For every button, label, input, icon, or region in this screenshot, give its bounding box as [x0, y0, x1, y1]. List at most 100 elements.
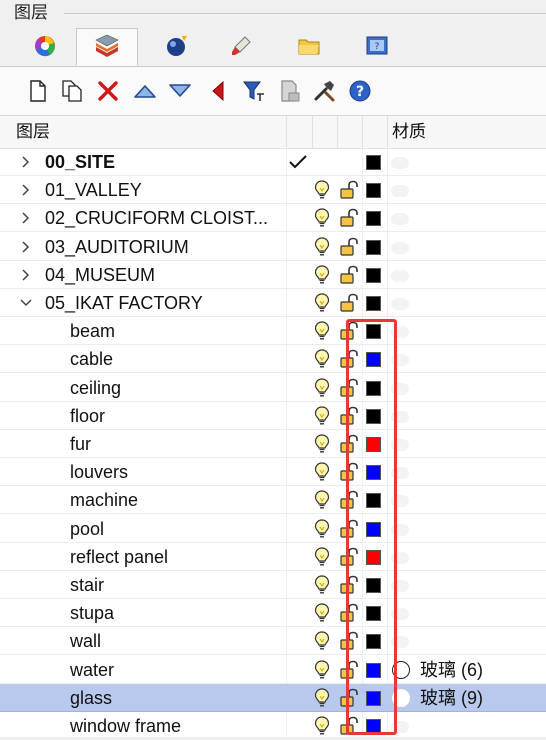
visibility-bulb-icon[interactable] [314, 377, 330, 398]
layer-row[interactable]: floor [0, 402, 546, 430]
layer-name[interactable]: 02_CRUCIFORM CLOIST... [45, 204, 268, 232]
layer-row[interactable]: reflect panel [0, 543, 546, 571]
layer-color-swatch[interactable] [366, 465, 381, 481]
layer-row[interactable]: machine [0, 486, 546, 515]
layer-name[interactable]: fur [70, 430, 91, 458]
unlocked-padlock-icon[interactable] [339, 265, 359, 285]
layer-color-swatch[interactable] [366, 634, 381, 650]
visibility-bulb-icon[interactable] [314, 434, 330, 454]
empty-material-placeholder[interactable] [391, 157, 409, 169]
layer-row[interactable]: cable [0, 345, 546, 374]
empty-material-placeholder[interactable] [391, 551, 409, 564]
layer-name[interactable]: louvers [70, 458, 128, 486]
visibility-bulb-icon[interactable] [314, 293, 330, 313]
tools-button[interactable] [310, 77, 338, 105]
empty-material-placeholder[interactable] [391, 298, 409, 310]
empty-material-placeholder[interactable] [391, 721, 409, 733]
material-name[interactable]: 玻璃 (9) [420, 684, 483, 712]
empty-material-placeholder[interactable] [391, 213, 409, 226]
layer-color-swatch[interactable] [366, 493, 381, 509]
tab-display[interactable]: ? [346, 28, 408, 64]
layer-row[interactable]: wall [0, 627, 546, 656]
tab-layers[interactable] [76, 28, 138, 66]
layer-color-swatch[interactable] [366, 296, 381, 311]
layer-row[interactable]: louvers [0, 458, 546, 487]
empty-material-placeholder[interactable] [391, 269, 409, 282]
tab-render[interactable] [146, 28, 208, 64]
filter-button[interactable] [240, 77, 268, 105]
unlocked-padlock-icon[interactable] [339, 293, 359, 313]
layer-color-swatch[interactable] [366, 324, 381, 340]
layer-row[interactable]: beam [0, 317, 546, 346]
layer-color-swatch[interactable] [366, 578, 381, 593]
layer-name[interactable]: stair [70, 571, 104, 599]
layer-color-swatch[interactable] [366, 267, 381, 283]
layer-row[interactable]: 02_CRUCIFORM CLOIST... [0, 204, 546, 233]
empty-material-placeholder[interactable] [391, 326, 409, 339]
visibility-bulb-icon[interactable] [314, 180, 330, 200]
visibility-bulb-icon[interactable] [314, 208, 330, 228]
visibility-bulb-icon[interactable] [314, 321, 330, 341]
layer-row[interactable]: 03_AUDITORIUM [0, 233, 546, 261]
layer-row[interactable]: 04_MUSEUM [0, 261, 546, 289]
unlocked-padlock-icon[interactable] [339, 208, 359, 228]
empty-material-placeholder[interactable] [391, 410, 409, 423]
layer-row[interactable]: stair [0, 571, 546, 599]
visibility-bulb-icon[interactable] [314, 236, 330, 257]
column-header-material[interactable]: 材质 [392, 116, 426, 148]
layer-color-swatch[interactable] [366, 690, 381, 706]
empty-material-placeholder[interactable] [391, 495, 409, 508]
visibility-bulb-icon[interactable] [314, 462, 330, 482]
chevron-right-icon[interactable] [18, 182, 34, 198]
material-name[interactable]: 玻璃 (6) [420, 656, 483, 684]
column-header-layer[interactable]: 图层 [16, 116, 50, 148]
layer-color-swatch[interactable] [366, 719, 381, 734]
layer-name[interactable]: cable [70, 345, 113, 373]
layer-name[interactable]: window frame [70, 712, 181, 740]
unlocked-padlock-icon[interactable] [339, 519, 359, 539]
empty-material-placeholder[interactable] [391, 439, 409, 451]
layer-name[interactable]: 05_IKAT FACTORY [45, 289, 203, 317]
layer-color-swatch[interactable] [366, 352, 381, 368]
layer-row[interactable]: 01_VALLEY [0, 176, 546, 205]
chevron-right-icon[interactable] [18, 267, 34, 283]
empty-material-placeholder[interactable] [391, 580, 409, 592]
empty-material-placeholder[interactable] [391, 636, 409, 649]
move-down-button[interactable] [166, 77, 194, 105]
help-button[interactable]: ? [346, 77, 374, 105]
move-left-button[interactable] [204, 77, 232, 105]
layer-row[interactable]: water 玻璃 (6) [0, 656, 546, 684]
layer-name[interactable]: 04_MUSEUM [45, 261, 155, 289]
material-swatch-icon[interactable] [392, 688, 410, 707]
layer-row[interactable]: fur [0, 430, 546, 458]
move-up-button[interactable] [131, 77, 159, 105]
unlocked-padlock-icon[interactable] [339, 547, 359, 567]
empty-material-placeholder[interactable] [391, 467, 409, 480]
empty-material-placeholder[interactable] [391, 185, 409, 198]
layer-color-swatch[interactable] [366, 521, 381, 537]
empty-material-placeholder[interactable] [391, 241, 409, 254]
visibility-bulb-icon[interactable] [314, 688, 330, 708]
unlocked-padlock-icon[interactable] [339, 434, 359, 454]
layer-row[interactable]: stupa [0, 599, 546, 628]
unlocked-padlock-icon[interactable] [339, 180, 359, 200]
layer-name[interactable]: water [70, 656, 114, 684]
layer-name[interactable]: 03_AUDITORIUM [45, 233, 189, 261]
visibility-bulb-icon[interactable] [314, 659, 330, 680]
layer-name[interactable]: wall [70, 627, 101, 655]
layer-name[interactable]: stupa [70, 599, 114, 627]
chevron-right-icon[interactable] [18, 239, 34, 255]
layer-name[interactable]: reflect panel [70, 543, 168, 571]
layer-color-swatch[interactable] [366, 662, 381, 678]
visibility-bulb-icon[interactable] [314, 575, 330, 595]
delete-layer-button[interactable] [94, 77, 122, 105]
unlocked-padlock-icon[interactable] [339, 716, 359, 736]
chevron-down-icon[interactable] [18, 295, 34, 311]
empty-material-placeholder[interactable] [391, 354, 409, 367]
visibility-bulb-icon[interactable] [314, 716, 330, 736]
layer-name[interactable]: 01_VALLEY [45, 176, 142, 204]
unlocked-padlock-icon[interactable] [339, 462, 359, 482]
layer-name[interactable]: pool [70, 515, 104, 543]
visibility-bulb-icon[interactable] [314, 603, 330, 623]
visibility-bulb-icon[interactable] [314, 265, 330, 285]
